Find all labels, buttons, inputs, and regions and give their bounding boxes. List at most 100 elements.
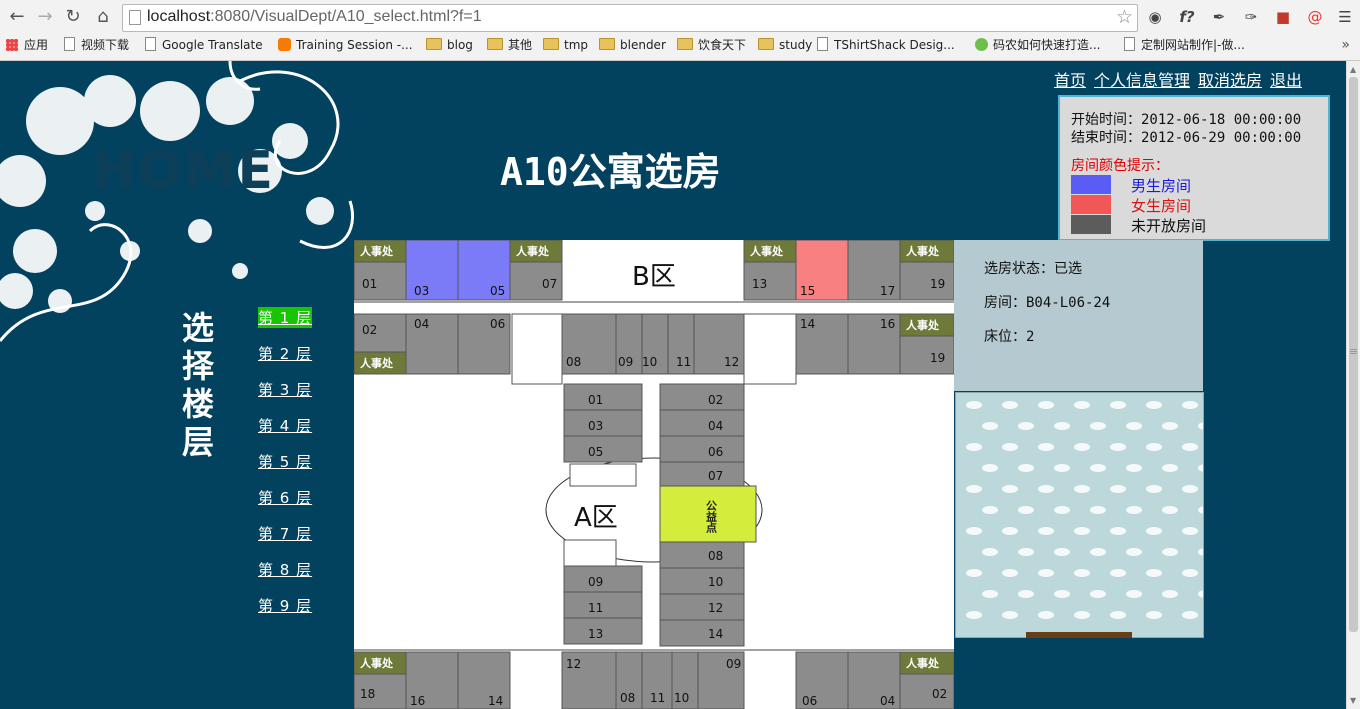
bookmark-item[interactable]: blog <box>426 37 473 54</box>
cloud-mark <box>1198 548 1214 556</box>
room-cell[interactable] <box>659 567 745 595</box>
bookmark-item[interactable]: Training Session -... <box>278 37 413 54</box>
cloud-mark <box>982 548 998 556</box>
room-cell[interactable] <box>659 593 745 621</box>
floor-link-7[interactable]: 第 7 层 <box>258 523 312 544</box>
at-sign-icon[interactable]: @ <box>1304 6 1326 28</box>
cloud-mark <box>1126 464 1142 472</box>
bookmark-red-icon[interactable]: ■ <box>1272 6 1294 28</box>
room-number: 03 <box>414 284 429 298</box>
menu-icon[interactable]: ☰ <box>1334 6 1356 28</box>
forward-arrow-icon[interactable]: → <box>34 6 56 28</box>
bookmark-item[interactable]: 应用 <box>6 37 48 54</box>
room-number: 10 <box>674 691 689 705</box>
room-cell[interactable] <box>659 461 745 487</box>
floor-link-5[interactable]: 第 5 层 <box>258 451 312 472</box>
nav-home-link[interactable]: 首页 <box>1054 71 1086 90</box>
reload-icon[interactable]: ↻ <box>62 6 84 28</box>
bookmark-item[interactable]: tmp <box>543 37 588 54</box>
public-point-label: 公益点 <box>705 500 718 534</box>
stair-block[interactable] <box>563 539 617 567</box>
cloud-pattern <box>966 401 1214 619</box>
floor-link-2[interactable]: 第 2 层 <box>258 343 312 364</box>
nav-cancel-selection-link[interactable]: 取消选房 <box>1198 71 1262 90</box>
room-cell[interactable] <box>659 541 745 569</box>
room-number: 16 <box>410 694 425 708</box>
font-tool-icon[interactable]: f? <box>1176 6 1198 28</box>
eyedropper-icon[interactable]: ✑ <box>1240 6 1262 28</box>
folder-icon <box>487 38 503 50</box>
scroll-down-icon[interactable]: ▼ <box>1350 696 1356 705</box>
nav-profile-link[interactable]: 个人信息管理 <box>1094 71 1190 90</box>
nav-logout-link[interactable]: 退出 <box>1270 71 1302 90</box>
back-arrow-icon[interactable]: ← <box>6 6 28 28</box>
room-number: 12 <box>566 657 581 671</box>
bookmark-item[interactable]: 视频下载 <box>64 37 129 54</box>
room-number: 19 <box>930 277 945 291</box>
bookmark-item[interactable]: TShirtShack Desig... <box>817 37 955 54</box>
bookmarks-overflow-button[interactable]: » <box>1341 37 1350 53</box>
page-content: HOME A10公寓选房 首页 个人信息管理 取消选房 退出 开始时间：2012-06… <box>0 61 1346 709</box>
cloud-mark <box>1146 485 1162 493</box>
floor-link-8[interactable]: 第 8 层 <box>258 559 312 580</box>
bookmark-star-icon[interactable]: ☆ <box>1116 6 1133 28</box>
room-number: 08 <box>708 549 723 563</box>
cloud-mark <box>1182 569 1198 577</box>
stair-block[interactable] <box>569 463 637 487</box>
office-label: 人事处 <box>906 244 940 258</box>
end-time: 结束时间：2012-06-29 00:00:00 <box>1071 130 1302 146</box>
room-number: 07 <box>708 469 723 483</box>
room-number: 04 <box>708 419 723 433</box>
bookmark-item[interactable]: 码农如何快速打造... <box>975 37 1100 54</box>
home-icon[interactable]: ⌂ <box>92 6 114 28</box>
floor-link-6[interactable]: 第 6 层 <box>258 487 312 508</box>
cloud-mark <box>1110 401 1126 409</box>
bookmark-label: Google Translate <box>162 38 263 52</box>
stair-block[interactable] <box>511 313 563 385</box>
home-logo[interactable]: HOME <box>92 141 275 201</box>
cloud-mark <box>1018 422 1034 430</box>
room-number: 13 <box>588 627 603 641</box>
bookmark-item[interactable]: 饮食天下 <box>677 37 746 54</box>
page-scrollbar[interactable]: ▲ ▼ <box>1346 61 1360 709</box>
bookmarks-bar: 应用 视频下载 Google Translate Training Session -… <box>0 34 1360 58</box>
office-label: 人事处 <box>360 656 394 670</box>
scroll-up-icon[interactable]: ▲ <box>1350 65 1356 74</box>
scroll-thumb[interactable] <box>1349 77 1358 632</box>
room-number: 02 <box>708 393 723 407</box>
legend-swatch <box>1071 175 1111 194</box>
floor-link-1[interactable]: 第 1 层 <box>258 307 313 328</box>
cloud-mark <box>1126 506 1142 514</box>
stair-block[interactable] <box>743 313 797 385</box>
room-number: 14 <box>488 694 503 708</box>
cloud-mark <box>1146 611 1162 619</box>
floor-link-9[interactable]: 第 9 层 <box>258 595 312 616</box>
room-cell[interactable] <box>659 435 745 463</box>
room-number: 13 <box>752 277 767 291</box>
bookmark-item[interactable]: 其他 <box>487 37 532 54</box>
bookmark-label: tmp <box>564 38 589 52</box>
pin-icon[interactable]: ✒ <box>1208 6 1230 28</box>
bookmark-item[interactable]: study <box>758 37 812 54</box>
room-number: 10 <box>708 575 723 589</box>
bed-view-panel <box>955 392 1214 638</box>
address-bar[interactable]: localhost:8080/VisualDept/A10_select.htm… <box>122 4 1138 32</box>
cloud-mark <box>1182 443 1198 451</box>
bookmark-item[interactable]: 定制网站制作|-做... <box>1124 37 1245 54</box>
cloud-mark <box>1054 506 1070 514</box>
floor-link-4[interactable]: 第 4 层 <box>258 415 312 436</box>
bookmark-item[interactable]: Google Translate <box>145 37 263 54</box>
room-cell[interactable] <box>659 409 745 437</box>
room-cell[interactable] <box>659 383 745 411</box>
bookmark-item[interactable]: blender <box>599 37 666 54</box>
cloud-mark <box>1090 506 1106 514</box>
selection-status-panel: 选房状态：已选 房间：B04-L06-24 床位：2 <box>954 240 1203 391</box>
page-icon <box>64 37 75 51</box>
cloud-mark <box>1162 422 1178 430</box>
room-number: 05 <box>490 284 505 298</box>
cloud-mark <box>1038 443 1054 451</box>
room-cell[interactable] <box>659 619 745 647</box>
cloud-mark <box>1054 590 1070 598</box>
floor-link-3[interactable]: 第 3 层 <box>258 379 312 400</box>
globe-icon[interactable]: ◉ <box>1144 6 1166 28</box>
